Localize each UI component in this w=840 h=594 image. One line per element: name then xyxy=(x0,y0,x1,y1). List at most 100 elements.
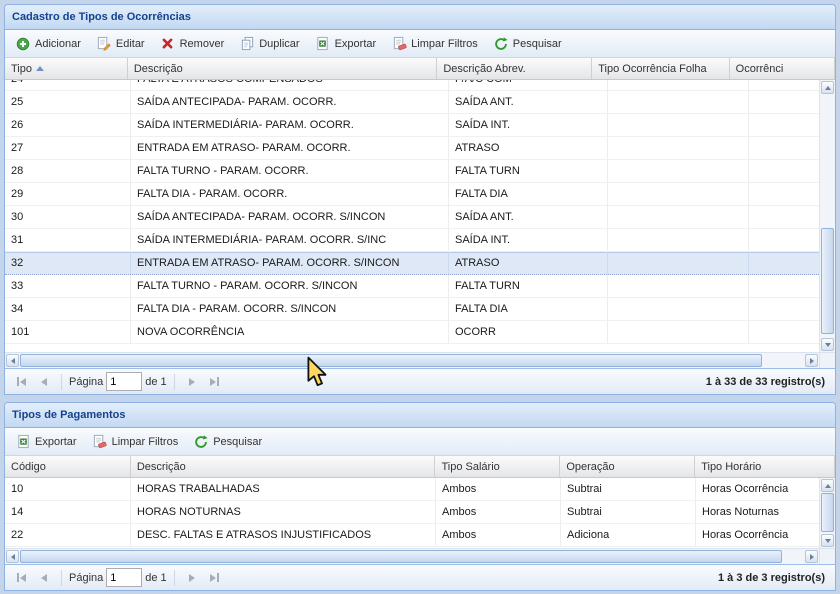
table-row[interactable]: 31SAÍDA INTERMEDIÁRIA- PARAM. OCORR. S/I… xyxy=(5,229,819,252)
paging-separator xyxy=(174,570,175,586)
cell-ocorr xyxy=(749,252,819,274)
limpar-filtros-button[interactable]: Limpar Filtros xyxy=(385,33,484,55)
table-row[interactable]: 30SAÍDA ANTECIPADA- PARAM. OCORR. S/INCO… xyxy=(5,206,819,229)
cell-folha xyxy=(608,321,749,343)
table-row[interactable]: 26SAÍDA INTERMEDIÁRIA- PARAM. OCORR.SAÍD… xyxy=(5,114,819,137)
scroll-down-button[interactable] xyxy=(821,338,834,351)
cell-descricao: FALTA DIA - PARAM. OCORR. S/INCON xyxy=(131,298,449,320)
cell-tipo: 33 xyxy=(5,275,131,297)
column-header-codigo[interactable]: Código xyxy=(5,456,131,477)
ocorrencias-paging-toolbar: Página de 1 1 à 33 de 33 registro(s) xyxy=(5,368,835,394)
table-row[interactable]: 27ENTRADA EM ATRASO- PARAM. OCORR.ATRASO xyxy=(5,137,819,160)
ocorrencias-panel: Cadastro de Tipos de Ocorrências Adicion… xyxy=(4,4,836,395)
exportar-button[interactable]: Exportar xyxy=(309,33,383,55)
cell-tipo-salario: Ambos xyxy=(436,501,561,523)
column-header-ocorrencia[interactable]: Ocorrênci xyxy=(730,58,835,79)
next-page-button[interactable] xyxy=(182,372,202,392)
cell-folha xyxy=(608,298,749,320)
adicionar-label: Adicionar xyxy=(35,38,81,50)
cell-ocorr xyxy=(749,137,819,159)
scroll-right-button[interactable] xyxy=(805,550,818,563)
pesquisar-button[interactable]: Pesquisar xyxy=(187,431,268,453)
duplicate-icon xyxy=(239,36,255,52)
vertical-scrollbar[interactable] xyxy=(819,478,835,548)
table-row[interactable]: 24FALTA E ATRASOS COMPENSADOSF/A/C COM xyxy=(5,80,819,91)
ocorrencias-panel-header: Cadastro de Tipos de Ocorrências xyxy=(5,5,835,30)
cell-folha xyxy=(608,183,749,205)
remover-button[interactable]: Remover xyxy=(154,33,231,55)
limpar-filtros-button[interactable]: Limpar Filtros xyxy=(86,431,185,453)
cell-ocorr xyxy=(749,298,819,320)
pesquisar-button[interactable]: Pesquisar xyxy=(487,33,568,55)
paging-separator xyxy=(61,374,62,390)
cell-descricao: SAÍDA ANTECIPADA- PARAM. OCORR. S/INCON xyxy=(131,206,449,228)
cell-descricao: SAÍDA INTERMEDIÁRIA- PARAM. OCORR. xyxy=(131,114,449,136)
table-row[interactable]: 33FALTA TURNO - PARAM. OCORR. S/INCONFAL… xyxy=(5,275,819,298)
scroll-up-button[interactable] xyxy=(821,81,834,94)
table-row[interactable]: 28FALTA TURNO - PARAM. OCORR.FALTA TURN xyxy=(5,160,819,183)
cell-codigo: 10 xyxy=(5,478,131,500)
cell-abrev: SAÍDA INT. xyxy=(449,229,608,251)
cell-folha xyxy=(608,206,749,228)
table-row-selected[interactable]: 32ENTRADA EM ATRASO- PARAM. OCORR. S/INC… xyxy=(5,252,819,275)
cell-ocorr xyxy=(749,206,819,228)
cell-tipo: 32 xyxy=(5,252,131,274)
limpar-filtros-label: Limpar Filtros xyxy=(112,436,179,448)
next-page-button[interactable] xyxy=(182,568,202,588)
adicionar-button[interactable]: Adicionar xyxy=(9,33,87,55)
column-header-descricao[interactable]: Descrição xyxy=(131,456,436,477)
table-row[interactable]: 22DESC. FALTAS E ATRASOS INJUSTIFICADOSA… xyxy=(5,524,819,547)
ocorrencias-column-headers: Tipo Descrição Descrição Abrev. Tipo Oco… xyxy=(5,58,835,80)
vertical-scrollbar[interactable] xyxy=(819,80,835,352)
scroll-right-button[interactable] xyxy=(805,354,818,367)
scroll-up-button[interactable] xyxy=(821,479,834,492)
last-page-button[interactable] xyxy=(205,372,225,392)
table-row[interactable]: 29FALTA DIA - PARAM. OCORR.FALTA DIA xyxy=(5,183,819,206)
paging-separator xyxy=(61,570,62,586)
horizontal-scroll-thumb[interactable] xyxy=(20,550,782,563)
vertical-scroll-thumb[interactable] xyxy=(821,228,834,334)
table-row[interactable]: 25SAÍDA ANTECIPADA- PARAM. OCORR.SAÍDA A… xyxy=(5,91,819,114)
horizontal-scroll-thumb[interactable] xyxy=(20,354,762,367)
column-header-tipo-ocorrencia-folha[interactable]: Tipo Ocorrência Folha xyxy=(592,58,729,79)
column-header-tipo[interactable]: Tipo xyxy=(5,58,128,79)
cell-abrev: SAÍDA ANT. xyxy=(449,91,608,113)
table-row[interactable]: 14HORAS NOTURNASAmbosSubtraiHoras Noturn… xyxy=(5,501,819,524)
last-page-button[interactable] xyxy=(205,568,225,588)
ocorrencias-toolbar: Adicionar Editar Remover Duplicar Export… xyxy=(5,30,835,58)
column-header-tipo-horario[interactable]: Tipo Horário xyxy=(695,456,835,477)
duplicar-button[interactable]: Duplicar xyxy=(233,33,305,55)
horizontal-scrollbar[interactable] xyxy=(5,548,819,564)
scroll-down-button[interactable] xyxy=(821,534,834,547)
page-number-input[interactable] xyxy=(106,568,142,587)
cell-abrev: OCORR xyxy=(449,321,608,343)
clear-filters-icon xyxy=(92,434,108,450)
table-row[interactable]: 10HORAS TRABALHADASAmbosSubtraiHoras Oco… xyxy=(5,478,819,501)
scroll-left-button[interactable] xyxy=(6,550,19,563)
prev-page-button[interactable] xyxy=(34,568,54,588)
pagina-label: Página xyxy=(69,376,103,388)
column-header-descricao-abrev[interactable]: Descrição Abrev. xyxy=(437,58,592,79)
column-header-descricao[interactable]: Descrição xyxy=(128,58,437,79)
column-header-tipo-salario[interactable]: Tipo Salário xyxy=(435,456,560,477)
table-row[interactable]: 34FALTA DIA - PARAM. OCORR. S/INCONFALTA… xyxy=(5,298,819,321)
first-page-button[interactable] xyxy=(11,568,31,588)
editar-button[interactable]: Editar xyxy=(90,33,151,55)
prev-page-button[interactable] xyxy=(34,372,54,392)
horizontal-scrollbar[interactable] xyxy=(5,352,819,368)
first-page-button[interactable] xyxy=(11,372,31,392)
scroll-left-button[interactable] xyxy=(6,354,19,367)
remove-icon xyxy=(160,36,176,52)
cell-ocorr xyxy=(749,114,819,136)
page-number-input[interactable] xyxy=(106,372,142,391)
column-header-operacao[interactable]: Operação xyxy=(560,456,695,477)
pagamentos-paging-toolbar: Página de 1 1 à 3 de 3 registro(s) xyxy=(5,564,835,590)
exportar-button[interactable]: Exportar xyxy=(9,431,83,453)
cell-tipo-horario: Horas Noturnas xyxy=(696,501,819,523)
cell-ocorr xyxy=(749,183,819,205)
table-row[interactable]: 101NOVA OCORRÊNCIAOCORR xyxy=(5,321,819,344)
pesquisar-label: Pesquisar xyxy=(513,38,562,50)
cell-ocorr xyxy=(749,229,819,251)
cell-operacao: Adiciona xyxy=(561,524,696,546)
vertical-scroll-thumb[interactable] xyxy=(821,493,834,532)
